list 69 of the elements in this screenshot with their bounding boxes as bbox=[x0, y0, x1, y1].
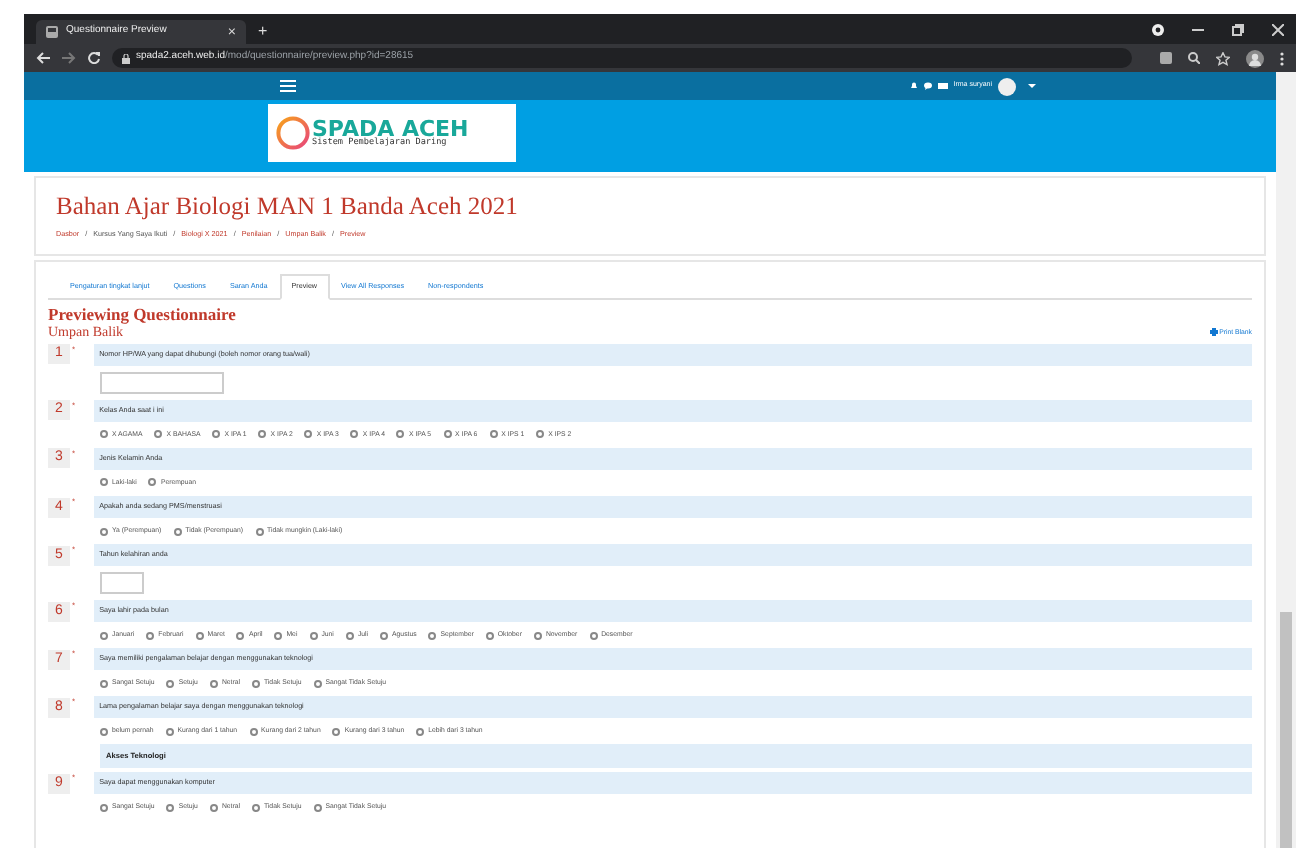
scrollbar-thumb[interactable] bbox=[1280, 612, 1292, 848]
radio-button[interactable] bbox=[154, 430, 163, 439]
bell-icon[interactable] bbox=[909, 82, 918, 90]
radio-button[interactable] bbox=[100, 679, 108, 688]
radio-button[interactable] bbox=[251, 803, 260, 812]
zoom-icon[interactable] bbox=[1188, 52, 1200, 64]
radio-button[interactable] bbox=[396, 430, 405, 439]
radio-button[interactable] bbox=[443, 430, 452, 439]
new-tab-button[interactable]: + bbox=[258, 24, 268, 40]
radio-button[interactable] bbox=[166, 803, 175, 812]
radio-button[interactable] bbox=[249, 727, 258, 736]
radio-button[interactable] bbox=[255, 527, 264, 536]
radio-button[interactable] bbox=[100, 527, 108, 536]
scrollbar[interactable] bbox=[1276, 72, 1296, 848]
profile-icon[interactable] bbox=[1152, 23, 1164, 35]
star-icon[interactable] bbox=[1216, 51, 1230, 65]
caret-icon[interactable] bbox=[1028, 83, 1036, 89]
menu-icon[interactable] bbox=[280, 80, 296, 92]
radio-button[interactable] bbox=[536, 430, 545, 439]
envelope-icon[interactable] bbox=[937, 82, 948, 90]
radio-button[interactable] bbox=[332, 727, 341, 736]
forward-arrow-icon[interactable] bbox=[62, 52, 76, 64]
chat-icon[interactable] bbox=[923, 82, 932, 90]
radio-button[interactable] bbox=[100, 478, 108, 487]
radio-button[interactable] bbox=[350, 430, 359, 439]
answer-field[interactable] bbox=[100, 371, 224, 394]
radio-button[interactable] bbox=[258, 430, 267, 439]
radio-button[interactable] bbox=[309, 631, 318, 640]
back-arrow-icon[interactable] bbox=[36, 52, 50, 64]
radio-button[interactable] bbox=[165, 727, 174, 736]
reload-icon[interactable] bbox=[88, 52, 100, 64]
lock-icon bbox=[122, 53, 130, 63]
avatar-icon[interactable] bbox=[998, 77, 1016, 95]
radio-button[interactable] bbox=[313, 803, 322, 812]
radio-button[interactable] bbox=[148, 478, 157, 487]
page-icon bbox=[46, 26, 58, 38]
minimize-icon[interactable] bbox=[1192, 27, 1204, 31]
radio-button[interactable] bbox=[100, 631, 108, 640]
radio-button[interactable] bbox=[209, 679, 218, 688]
answer-field[interactable] bbox=[100, 572, 144, 595]
radio-button[interactable] bbox=[274, 631, 283, 640]
radio-button[interactable] bbox=[251, 679, 260, 688]
radio-button[interactable] bbox=[195, 631, 204, 640]
logo-title: SPADA ACEH bbox=[312, 117, 469, 140]
radio-button[interactable] bbox=[380, 631, 389, 640]
radio-button[interactable] bbox=[416, 727, 425, 736]
radio-button[interactable] bbox=[236, 631, 245, 640]
radio-button[interactable] bbox=[212, 430, 221, 439]
radio-button[interactable] bbox=[428, 631, 437, 640]
radio-button[interactable] bbox=[100, 727, 108, 736]
radio-button[interactable] bbox=[100, 803, 108, 812]
page-heading: Previewing Questionnaire bbox=[48, 306, 238, 324]
course-title: Bahan Ajar Biologi MAN 1 Banda Aceh 2021 bbox=[56, 194, 520, 219]
radio-button[interactable] bbox=[166, 679, 175, 688]
radio-button[interactable] bbox=[304, 430, 313, 439]
radio-button[interactable] bbox=[209, 803, 218, 812]
radio-button[interactable] bbox=[345, 631, 354, 640]
radio-button[interactable] bbox=[173, 527, 182, 536]
radio-button[interactable] bbox=[485, 631, 494, 640]
radio-button[interactable] bbox=[533, 631, 542, 640]
avatar-icon[interactable] bbox=[1246, 49, 1264, 67]
radio-button[interactable] bbox=[313, 679, 322, 688]
radio-button[interactable] bbox=[489, 430, 498, 439]
restore-icon[interactable] bbox=[1232, 23, 1244, 35]
radio-button[interactable] bbox=[100, 430, 108, 439]
radio-button[interactable] bbox=[589, 631, 598, 640]
radio-button[interactable] bbox=[146, 631, 155, 640]
ring-icon bbox=[276, 116, 310, 150]
close-icon[interactable] bbox=[1272, 23, 1284, 35]
